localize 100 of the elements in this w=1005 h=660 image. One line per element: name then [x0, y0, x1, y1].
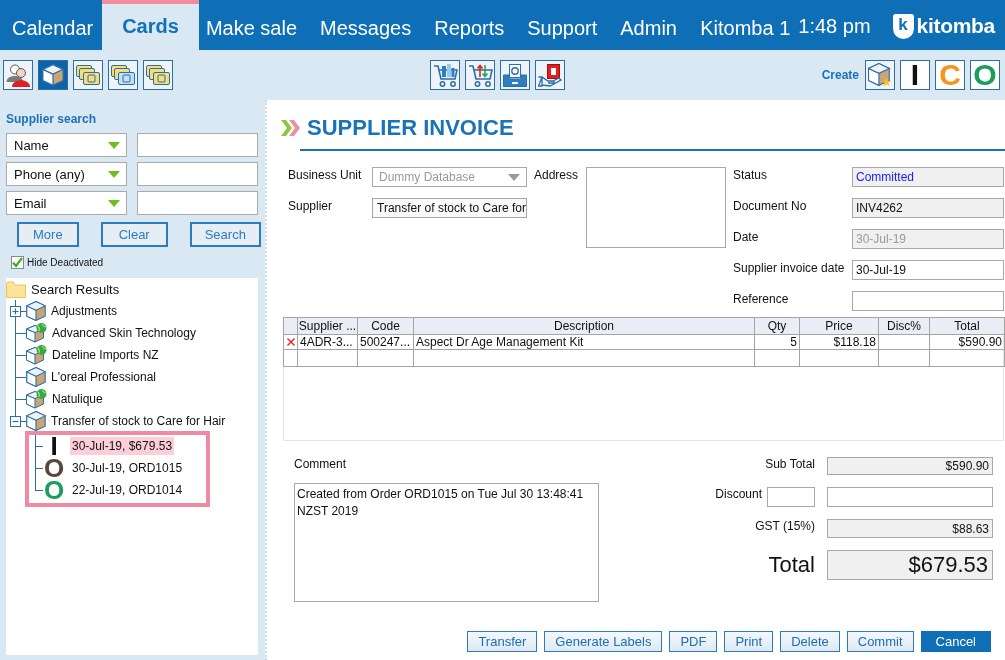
- caret-icon: [108, 170, 120, 178]
- table-cell: [878, 349, 930, 367]
- tree-item[interactable]: Dateline Imports NZ: [52, 348, 159, 362]
- box-icon: [42, 64, 64, 86]
- search-panel-button[interactable]: Clear: [100, 222, 168, 247]
- create-box-button[interactable]: [865, 60, 895, 90]
- discount-amount-field[interactable]: [827, 487, 993, 507]
- toolbar-button[interactable]: [465, 60, 495, 90]
- total-label: Sub Total: [765, 457, 815, 471]
- subtotal-field: $590.90: [827, 457, 993, 475]
- hand-note-icon: [538, 63, 562, 87]
- toolbar-button[interactable]: [143, 60, 173, 90]
- action-button[interactable]: PDF: [669, 631, 718, 652]
- nav-tab[interactable]: Support: [516, 0, 610, 50]
- filter-dropdown[interactable]: Email: [6, 191, 127, 215]
- tree-item[interactable]: 30-Jul-19, ORD1015: [70, 459, 185, 477]
- search-panel-button[interactable]: More: [17, 222, 79, 247]
- table-cell: $118.18: [799, 334, 879, 350]
- cards-icon: [146, 65, 170, 85]
- filter-dropdown[interactable]: Name: [6, 133, 127, 157]
- field-label: Document No: [733, 198, 808, 215]
- toolbar-button[interactable]: [535, 60, 565, 90]
- clock-time: 1:48 pm: [798, 13, 871, 39]
- toolbar-button[interactable]: [73, 60, 103, 90]
- column-header: Description: [413, 317, 755, 335]
- comment-field[interactable]: Created from Order ORD1015 on Tue Jul 30 13:48:41 NZST 2019: [294, 483, 599, 602]
- action-button[interactable]: Generate Labels: [544, 631, 663, 652]
- supplier-field[interactable]: Transfer of stock to Care for: [372, 198, 527, 218]
- toolbar-button[interactable]: [430, 60, 460, 90]
- create-letter-button[interactable]: O: [970, 60, 1000, 90]
- action-button[interactable]: Delete: [780, 631, 840, 652]
- cards-icon: [76, 65, 100, 85]
- nav-tab[interactable]: Admin: [609, 0, 689, 50]
- table-cell: [754, 349, 800, 367]
- action-button[interactable]: Cancel: [920, 631, 991, 652]
- tree-item[interactable]: L'oreal Professional: [51, 370, 157, 384]
- tree-item[interactable]: 22-Jul-19, ORD1014: [70, 481, 185, 499]
- grand-total-field: $679.53: [827, 550, 993, 580]
- table-cell: [297, 349, 358, 367]
- toolbar-button[interactable]: [108, 60, 138, 90]
- column-header: Price: [799, 317, 879, 335]
- table-cell: 4ADR-3...: [297, 334, 358, 350]
- detail-field[interactable]: 30-Jul-19: [852, 260, 1004, 280]
- nav-tab[interactable]: Cards: [102, 0, 199, 50]
- tree-item[interactable]: Search Results: [31, 281, 120, 297]
- action-button[interactable]: Print: [724, 631, 774, 652]
- logo-name: kitomba: [916, 14, 995, 38]
- action-button[interactable]: Transfer: [467, 631, 538, 652]
- column-header: Disc%: [878, 317, 930, 335]
- toolbar-button[interactable]: [500, 60, 530, 90]
- checkbox-label: Hide Deactivated: [27, 257, 104, 268]
- create-letter-button[interactable]: I: [900, 60, 930, 90]
- tree-item[interactable]: Adjustments: [51, 304, 118, 318]
- column-header: Total: [929, 317, 1005, 335]
- search-title: Supplier search: [6, 112, 98, 126]
- filter-dropdown[interactable]: Phone (any): [6, 162, 127, 186]
- field-label: Status: [733, 167, 769, 184]
- tree-item[interactable]: Transfer of stock to Care for Hair: [51, 414, 226, 428]
- address-field[interactable]: [586, 167, 726, 248]
- table-cell: Aspect Dr Age Management Kit: [413, 334, 755, 350]
- total-label: GST (15%): [755, 519, 815, 533]
- nav-tab[interactable]: Messages: [309, 0, 424, 50]
- checkbox[interactable]: [11, 256, 24, 269]
- box-globe-icon: [26, 323, 47, 343]
- tray-icon: [503, 63, 527, 87]
- filter-input[interactable]: [137, 191, 258, 215]
- box-icon: [26, 301, 46, 321]
- toolbar-button[interactable]: [38, 60, 68, 90]
- detail-field: Committed: [852, 167, 1004, 187]
- account-name: Kitomba 1: [700, 15, 791, 41]
- table-cell: $590.90: [929, 334, 1005, 350]
- field-label: Supplier: [288, 198, 334, 215]
- tree-item[interactable]: 30-Jul-19, $679.53: [70, 437, 175, 455]
- detail-field[interactable]: [852, 291, 1004, 311]
- table-cell: 5: [754, 334, 800, 350]
- filter-input[interactable]: [137, 162, 258, 186]
- action-button[interactable]: Commit: [846, 631, 914, 652]
- search-panel-button[interactable]: Search: [189, 222, 261, 247]
- nav-tab[interactable]: Make sale: [198, 0, 310, 50]
- collapse-icon[interactable]: [10, 415, 21, 427]
- nav-tab[interactable]: Calendar: [0, 0, 103, 50]
- cards-icon: [111, 65, 135, 85]
- box-icon: [26, 411, 46, 431]
- filter-input[interactable]: [137, 133, 258, 157]
- discount-percent-field[interactable]: [767, 487, 815, 507]
- logo-mark: k: [892, 13, 914, 39]
- tree-item[interactable]: Advanced Skin Technology: [52, 326, 196, 340]
- delete-icon[interactable]: [286, 337, 295, 346]
- type-letter: O: [43, 479, 65, 501]
- nav-tab[interactable]: Reports: [423, 0, 517, 50]
- toolbar-button[interactable]: [3, 60, 33, 90]
- total-label: Discount: [715, 487, 762, 501]
- expand-icon[interactable]: [10, 305, 21, 317]
- column-header: Code: [357, 317, 414, 335]
- field-label: Date: [733, 229, 760, 246]
- box-globe-icon: [26, 389, 47, 409]
- column-header: Qty: [754, 317, 800, 335]
- create-label: Create: [821, 68, 859, 82]
- tree-item[interactable]: Natulique: [52, 392, 103, 406]
- table-cell: [878, 334, 930, 350]
